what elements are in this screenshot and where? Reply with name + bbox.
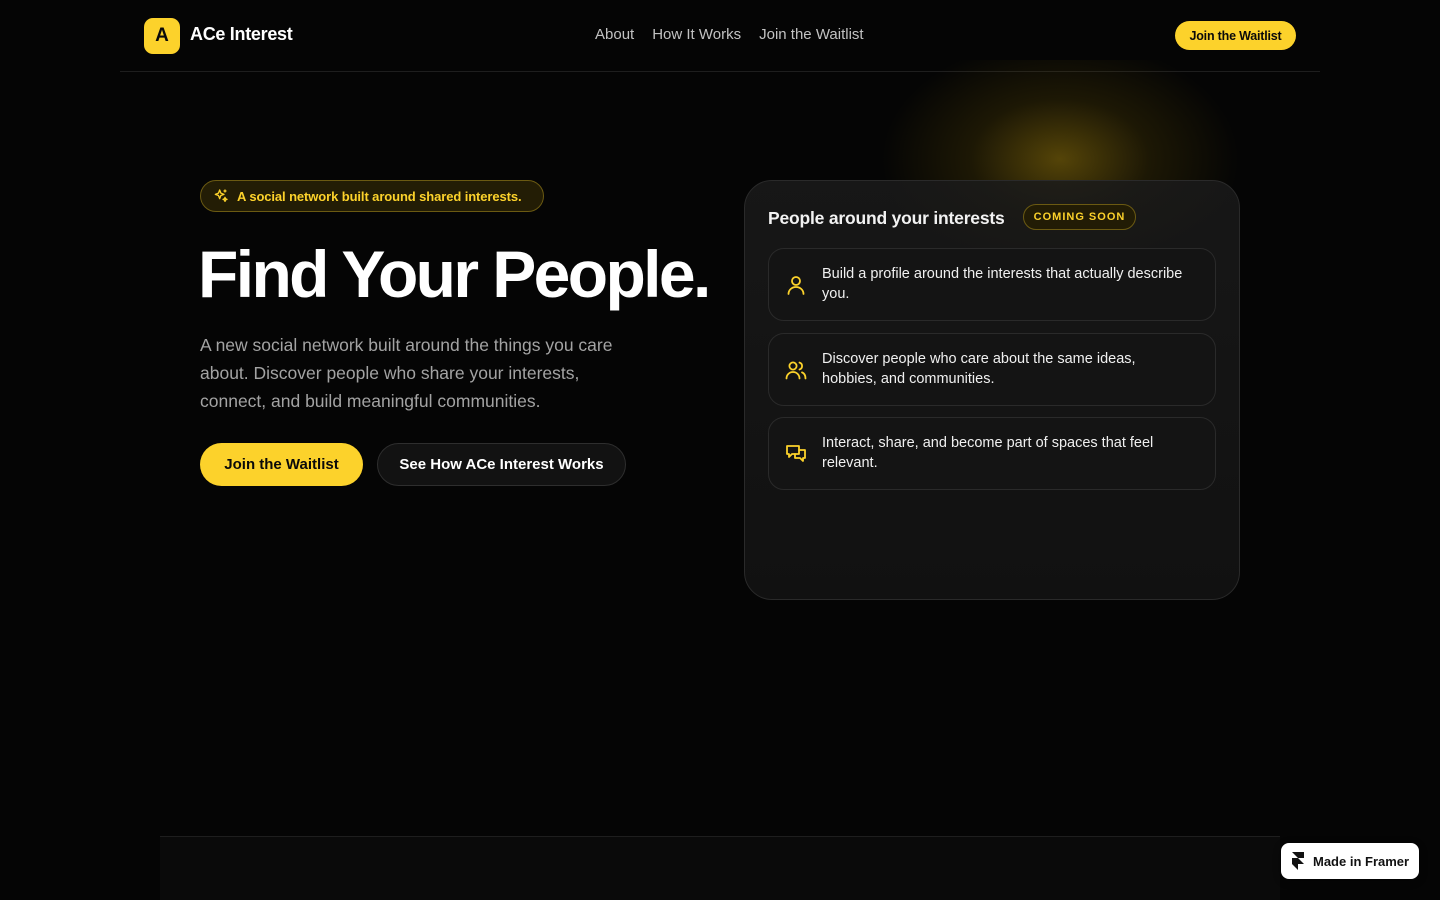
sparkles-icon xyxy=(214,189,228,202)
see-how-it-works-button[interactable]: See How ACe Interest Works xyxy=(377,443,626,486)
nav-link-how-it-works[interactable]: How It Works xyxy=(652,26,741,43)
feature-text: Build a profile around the interests tha… xyxy=(822,266,1183,302)
feature-item-discover: Discover people who care about the same … xyxy=(768,333,1216,406)
feature-item-interact: Interact, share, and become part of spac… xyxy=(768,417,1216,490)
nav-link-join-waitlist[interactable]: Join the Waitlist xyxy=(759,26,863,43)
main-nav: About How It Works Join the Waitlist xyxy=(595,26,864,43)
card-title: People around your interests xyxy=(768,208,1005,228)
tagline-badge: A social network built around shared int… xyxy=(200,180,544,212)
brand-name[interactable]: ACe Interest xyxy=(190,24,293,45)
made-in-framer-badge[interactable]: Made in Framer xyxy=(1281,843,1419,879)
coming-soon-badge: COMING SOON xyxy=(1023,204,1136,230)
framer-logo-icon xyxy=(1292,852,1304,870)
site-header: A ACe Interest About How It Works Join t… xyxy=(120,0,1320,72)
hero-subtitle: A new social network built around the th… xyxy=(200,335,613,411)
join-waitlist-button[interactable]: Join the Waitlist xyxy=(200,443,363,486)
hero-title: Find Your People. xyxy=(198,237,711,311)
framer-badge-label: Made in Framer xyxy=(1313,853,1410,869)
logo-mark[interactable]: A xyxy=(144,18,180,54)
feature-text: Discover people who care about the same … xyxy=(822,351,1136,387)
tagline-text: A social network built around shared int… xyxy=(237,188,522,204)
next-section xyxy=(160,836,1280,900)
feature-item-profile: Build a profile around the interests tha… xyxy=(768,248,1216,321)
users-icon xyxy=(785,361,807,380)
header-join-waitlist-button[interactable]: Join the Waitlist xyxy=(1175,21,1296,50)
interests-preview-card: People around your interests COMING SOON… xyxy=(744,180,1240,600)
feature-text: Interact, share, and become part of spac… xyxy=(822,435,1154,471)
user-icon xyxy=(787,276,805,295)
nav-link-about[interactable]: About xyxy=(595,26,634,43)
chat-bubbles-icon xyxy=(786,445,806,462)
